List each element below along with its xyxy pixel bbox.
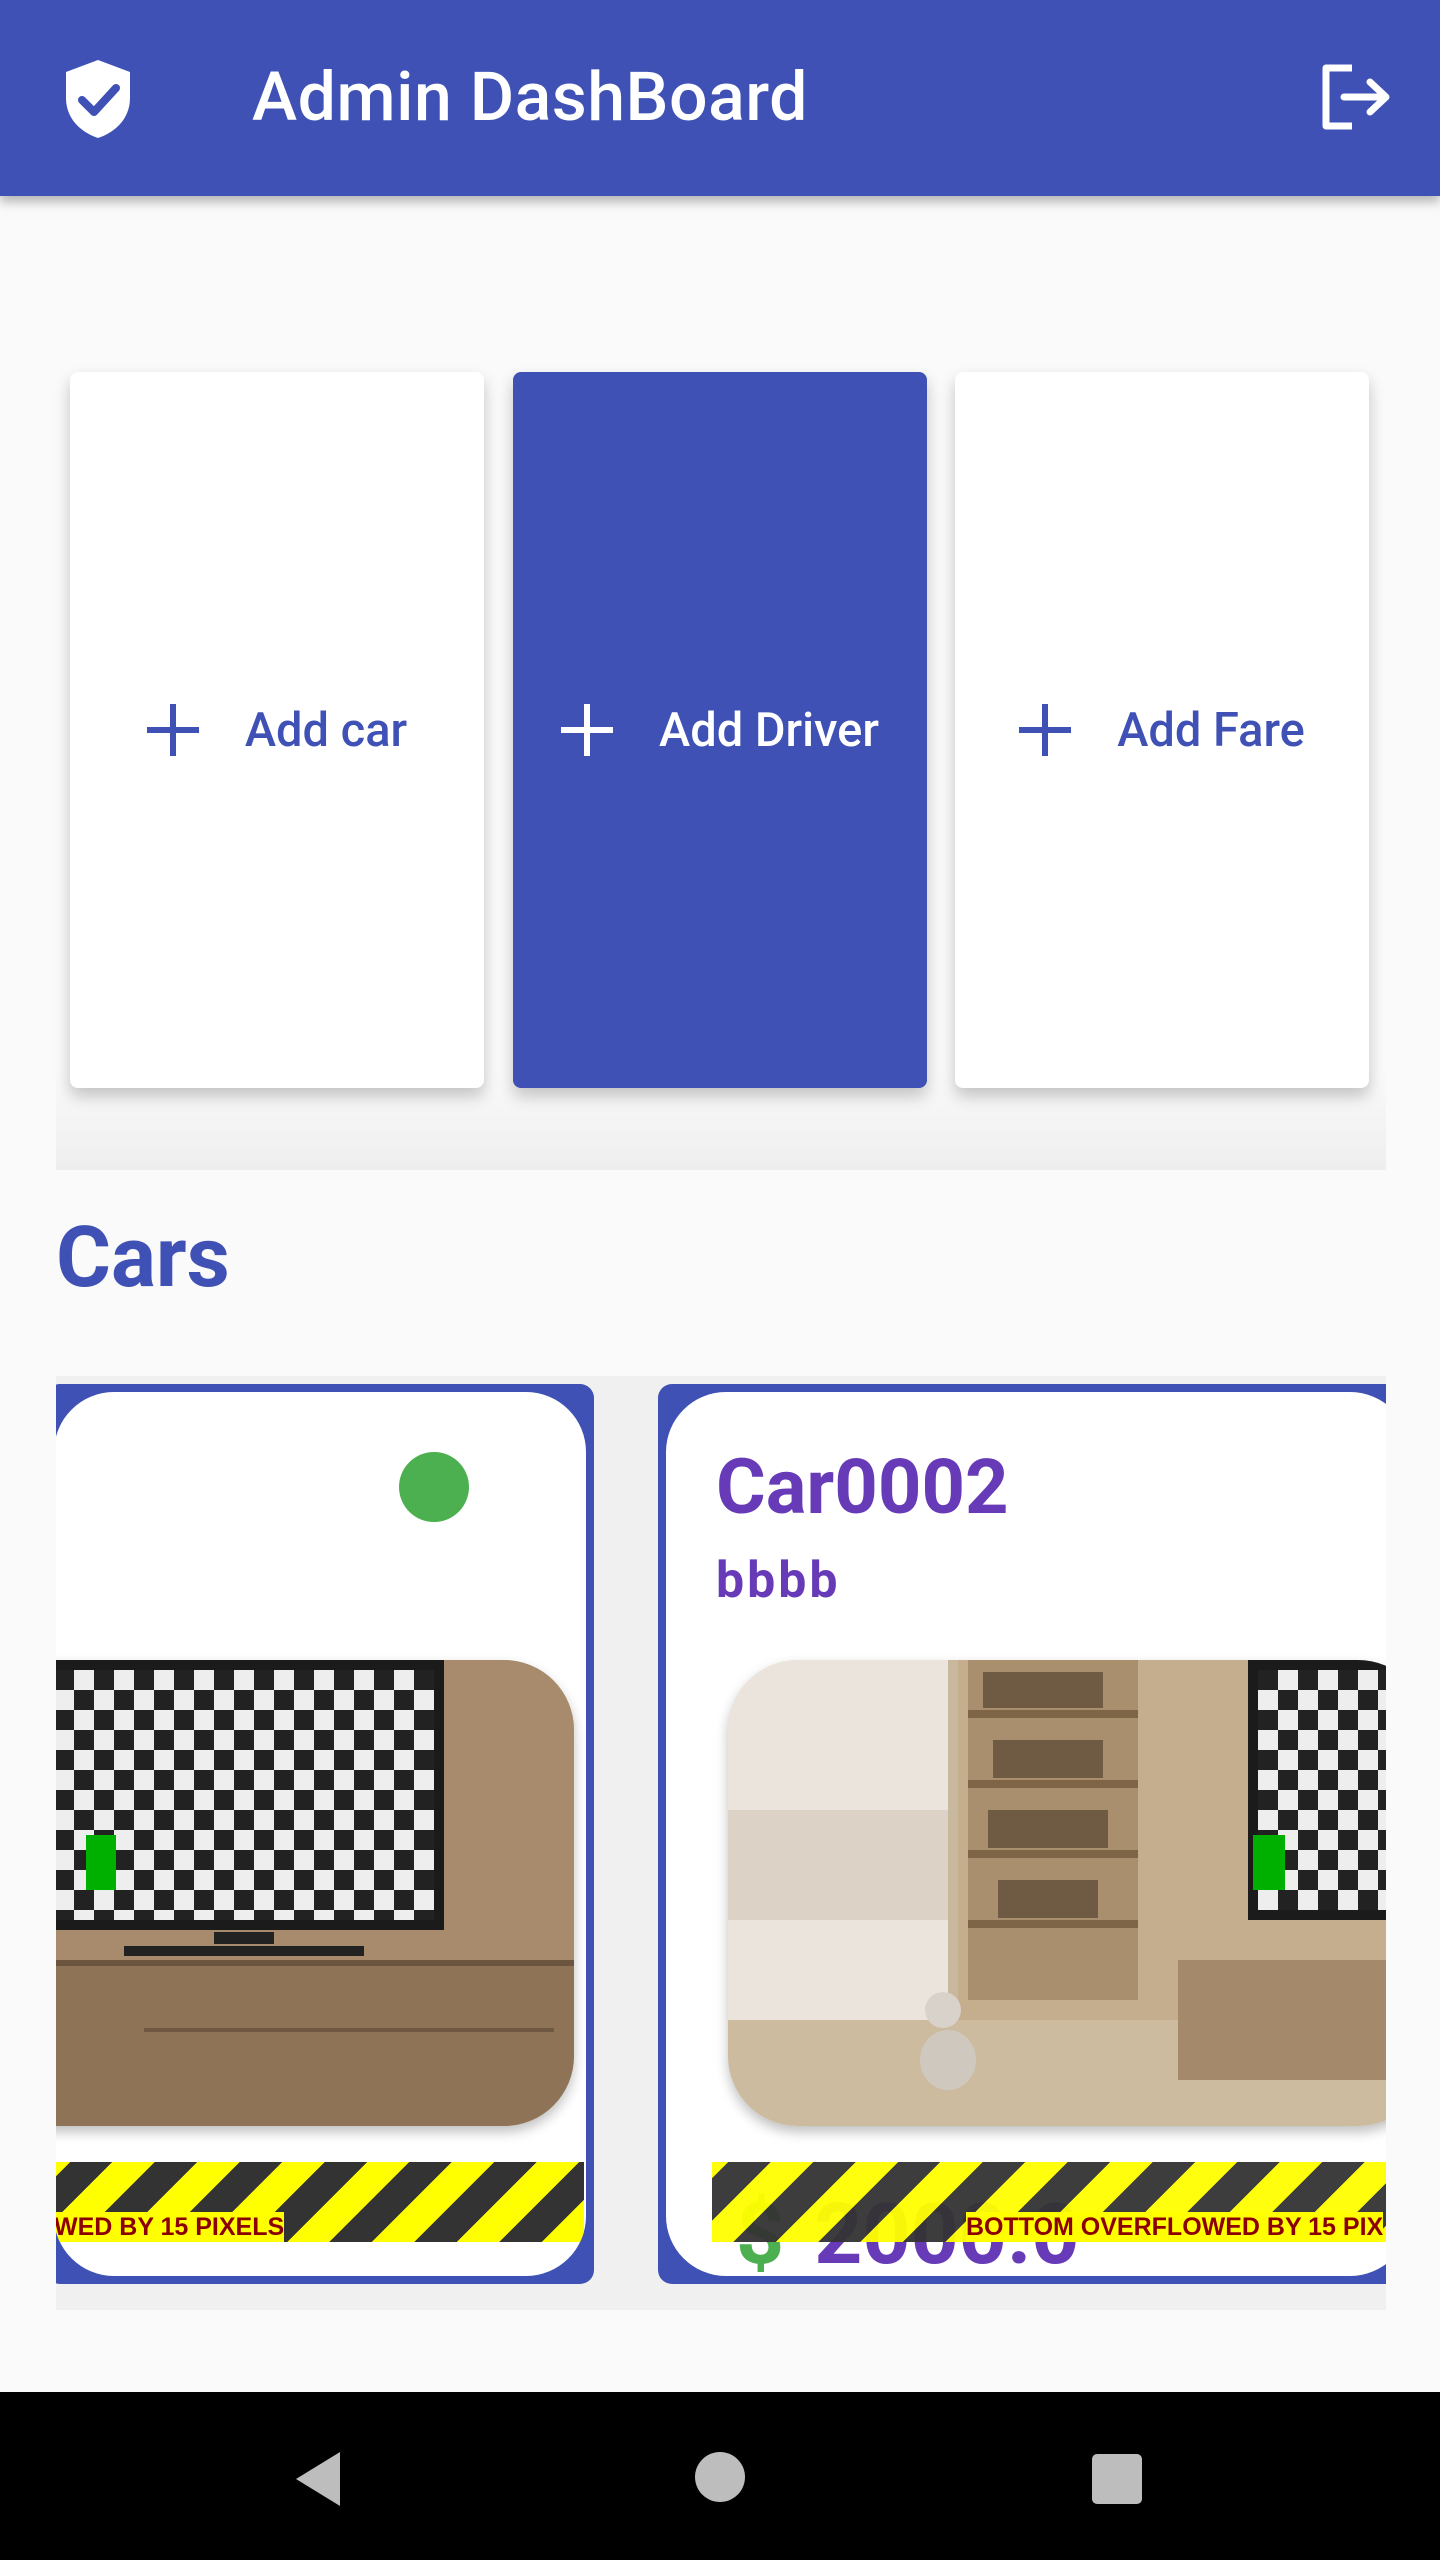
add-driver-button[interactable]: Add Driver <box>513 372 927 1088</box>
car-subtitle: bbbb <box>716 1552 841 1610</box>
bookshelf <box>968 1660 1138 2000</box>
logout-icon[interactable] <box>1318 62 1392 132</box>
car-card[interactable]: WED BY 15 PIXELS <box>56 1384 594 2284</box>
car-card-body: Car0002 bbbb BOTTOM OVERFLOWED BY 15 PIX <box>666 1392 1386 2276</box>
add-driver-label: Add Driver <box>659 702 879 758</box>
recents-square-icon[interactable] <box>1090 2452 1144 2506</box>
cars-section-title: Cars <box>56 1208 230 1307</box>
add-fare-label: Add Fare <box>1117 702 1305 758</box>
app-bar: Admin DashBoard <box>0 0 1440 196</box>
add-car-button[interactable]: Add car <box>70 372 484 1088</box>
car-card-body: WED BY 15 PIXELS <box>56 1392 586 2276</box>
plus-icon <box>1019 704 1072 756</box>
car-card[interactable]: Car0002 bbbb BOTTOM OVERFLOWED BY 15 PIX <box>658 1384 1386 2284</box>
car-image <box>56 1660 574 2126</box>
car-name: Car0002 <box>716 1442 1009 1532</box>
overflow-warning-text: BOTTOM OVERFLOWED BY 15 PIX <box>966 2212 1384 2242</box>
system-nav-bar <box>0 2392 1440 2560</box>
plus-icon <box>146 704 199 756</box>
page-title: Admin DashBoard <box>252 57 808 137</box>
add-car-label: Add car <box>244 702 408 758</box>
plus-icon <box>561 704 614 756</box>
verified-shield-icon <box>66 60 130 138</box>
status-indicator <box>399 1452 469 1522</box>
cars-list[interactable]: WED BY 15 PIXELS Car0002 bbbb BOTTOM OVE… <box>56 1376 1386 2310</box>
back-triangle-icon[interactable] <box>290 2448 346 2510</box>
home-circle-icon[interactable] <box>693 2450 747 2504</box>
add-fare-button[interactable]: Add Fare <box>955 372 1369 1088</box>
overflow-warning-text: WED BY 15 PIXELS <box>56 2212 285 2242</box>
car-image <box>728 1660 1386 2126</box>
